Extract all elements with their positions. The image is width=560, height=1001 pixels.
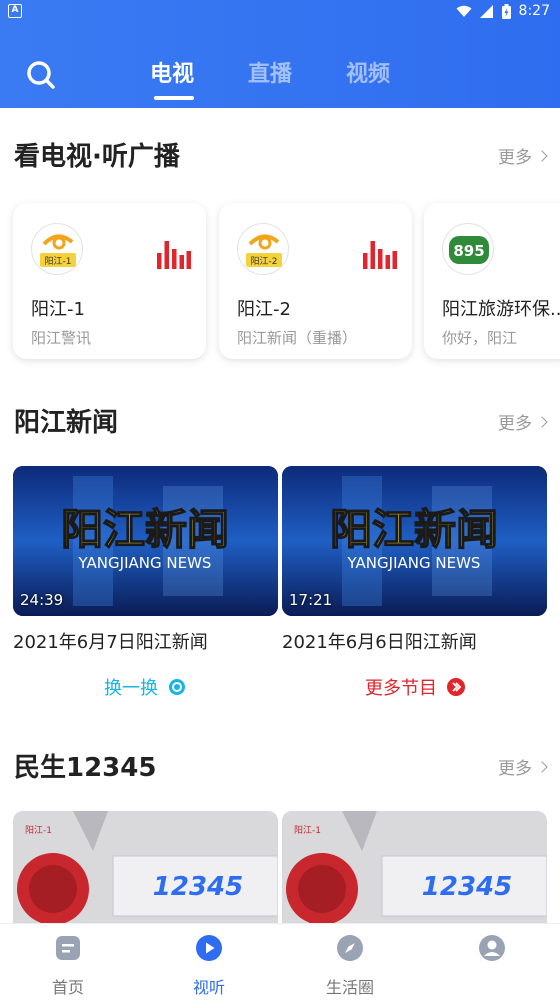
- status-time: 8:27: [518, 3, 550, 19]
- channel-subtitle: 你好，阳江: [442, 329, 518, 347]
- channel-name: 阳江-2: [237, 299, 291, 320]
- bottom-navigation: 首页 视听 生活圈: [0, 923, 560, 1001]
- minsheng-thumbnail[interactable]: 阳江-1 12345: [282, 811, 547, 923]
- news-thumb-subtitle: YANGJIANG NEWS: [78, 554, 212, 572]
- minsheng-thumb-text: 12345: [422, 872, 512, 902]
- chevron-right-icon: [536, 149, 548, 162]
- news-thumb-title: 阳江新闻: [330, 505, 498, 554]
- more-label: 更多: [498, 759, 532, 779]
- chevron-right-icon: [536, 760, 548, 773]
- battery-icon: [501, 3, 511, 19]
- home-doc-icon: [56, 936, 80, 960]
- nav-profile[interactable]: [452, 934, 532, 966]
- news-thumbnail[interactable]: 阳江新闻 YANGJIANG NEWS 17:21: [282, 466, 547, 616]
- top-tabs: 电视 直播 视频: [150, 56, 390, 100]
- nav-home[interactable]: 首页: [28, 934, 108, 998]
- status-indicators: 8:27: [456, 3, 550, 19]
- app-header: A 8:27 电视 直播 视频: [0, 0, 560, 108]
- minsheng-thumbnail-art: 阳江-1 12345: [13, 811, 278, 923]
- channel-logo-text: 阳江-2: [251, 256, 278, 267]
- chevron-right-icon: [536, 415, 548, 428]
- more-programs-label: 更多节目: [365, 678, 437, 699]
- section-title-news: 阳江新闻: [14, 408, 119, 438]
- news-thumb-subtitle: YANGJIANG NEWS: [347, 554, 481, 572]
- refresh-icon: [169, 679, 185, 695]
- tab-live[interactable]: 直播: [248, 56, 292, 88]
- minsheng-thumbnail[interactable]: 阳江-1 12345: [13, 811, 278, 923]
- channel-subtitle: 阳江新闻（重播）: [237, 329, 358, 347]
- channel-logo: 阳江-2: [237, 223, 289, 275]
- video-duration: 17:21: [289, 591, 333, 609]
- nav-label: 首页: [51, 978, 84, 997]
- channel-logo-text: 阳江-1: [45, 256, 72, 267]
- more-link-minsheng[interactable]: 更多: [498, 754, 548, 779]
- news-thumb-title: 阳江新闻: [61, 505, 229, 554]
- channel-name: 阳江-1: [31, 299, 85, 320]
- news-caption[interactable]: 2021年6月7日阳江新闻: [13, 628, 208, 654]
- channel-logo: 895: [442, 223, 494, 275]
- more-programs-button[interactable]: 更多节目: [365, 674, 465, 700]
- section-title-minsheng: 民生12345: [14, 753, 157, 783]
- user-icon: [479, 935, 505, 961]
- video-duration: 24:39: [20, 591, 64, 609]
- arrow-right-circle-icon: [447, 678, 465, 696]
- minsheng-thumbnail-art: 阳江-1 12345: [282, 811, 547, 923]
- nav-label: 视听: [192, 978, 225, 997]
- channel-name: 阳江旅游环保...: [442, 299, 560, 320]
- notification-app-icon: A: [8, 4, 22, 18]
- tab-tv[interactable]: 电视: [150, 56, 195, 100]
- news-caption[interactable]: 2021年6月6日阳江新闻: [282, 628, 477, 654]
- status-bar: A 8:27: [0, 0, 560, 24]
- minsheng-thumb-logo: 阳江-1: [25, 825, 52, 836]
- nav-life-circle[interactable]: 生活圈: [310, 934, 390, 998]
- nav-media[interactable]: 视听: [169, 934, 249, 998]
- nav-label: 生活圈: [325, 978, 374, 997]
- more-link-tv-radio[interactable]: 更多: [498, 143, 548, 168]
- more-label: 更多: [498, 414, 532, 434]
- more-label: 更多: [498, 148, 532, 168]
- audio-bars-icon: [157, 241, 191, 269]
- search-icon[interactable]: [26, 60, 56, 90]
- minsheng-thumb-text: 12345: [153, 872, 243, 902]
- channel-subtitle: 阳江警讯: [31, 329, 92, 347]
- news-thumbnail[interactable]: 阳江新闻 YANGJIANG NEWS 24:39: [13, 466, 278, 616]
- audio-bars-icon: [363, 241, 397, 269]
- channel-logo-text: 895: [453, 242, 484, 260]
- signal-icon: [479, 4, 493, 18]
- channel-card-tourism[interactable]: 895 阳江旅游环保... 你好，阳江: [424, 203, 560, 359]
- play-icon: [196, 935, 222, 961]
- compass-icon: [337, 935, 363, 961]
- channel-logo: 阳江-1: [31, 223, 83, 275]
- more-link-news[interactable]: 更多: [498, 409, 548, 434]
- refresh-button[interactable]: 换一换: [104, 674, 186, 700]
- section-title-tv-radio: 看电视·听广播: [14, 142, 180, 172]
- channel-card-yangjiang-1[interactable]: 阳江-1 阳江-1 阳江警讯: [13, 203, 206, 359]
- minsheng-thumb-logo: 阳江-1: [294, 825, 321, 836]
- channel-card-yangjiang-2[interactable]: 阳江-2 阳江-2 阳江新闻（重播）: [219, 203, 412, 359]
- wifi-icon: [456, 5, 472, 17]
- tab-video[interactable]: 视频: [346, 56, 390, 88]
- refresh-label: 换一换: [104, 678, 158, 699]
